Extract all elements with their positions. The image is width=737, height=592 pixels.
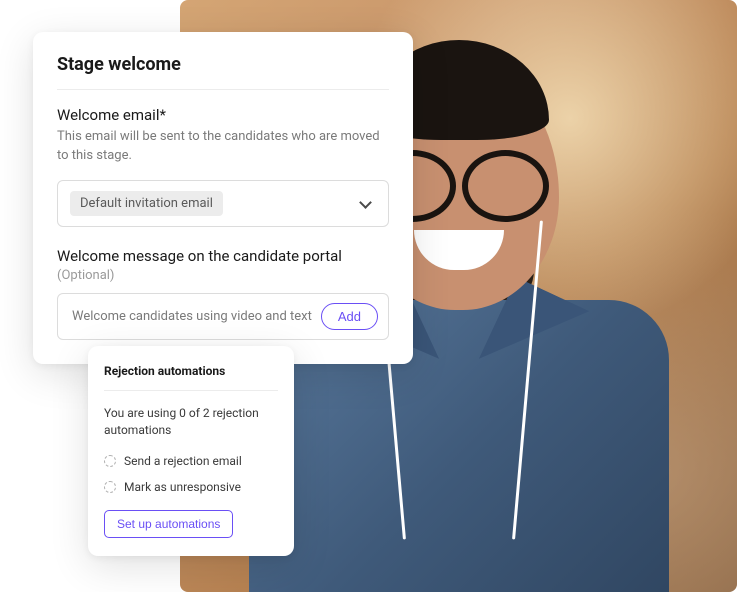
rejection-option-label: Send a rejection email — [124, 454, 242, 468]
stage-welcome-card: Stage welcome Welcome email* This email … — [33, 32, 413, 364]
welcome-message-input-row: Welcome candidates using video and text … — [57, 293, 389, 340]
optional-tag: (Optional) — [57, 268, 114, 283]
rejection-usage-status: You are using 0 of 2 rejection automatio… — [104, 405, 278, 440]
welcome-message-label-text: Welcome message on the candidate portal — [57, 247, 342, 265]
welcome-message-input[interactable]: Welcome candidates using video and text — [72, 309, 312, 324]
welcome-email-label: Welcome email* — [57, 106, 389, 124]
rejection-option-label: Mark as unresponsive — [124, 480, 241, 494]
radio-icon — [104, 455, 116, 467]
welcome-message-label: Welcome message on the candidate portal … — [57, 247, 389, 283]
setup-automations-button[interactable]: Set up automations — [104, 510, 233, 538]
welcome-email-help: This email will be sent to the candidate… — [57, 128, 389, 166]
radio-icon — [104, 481, 116, 493]
stage-welcome-title: Stage welcome — [57, 54, 389, 90]
chevron-down-icon — [358, 196, 372, 210]
email-template-selected: Default invitation email — [70, 191, 223, 216]
add-welcome-message-button[interactable]: Add — [321, 303, 378, 330]
rejection-automations-card: Rejection automations You are using 0 of… — [88, 346, 294, 556]
rejection-option-mark-unresponsive[interactable]: Mark as unresponsive — [104, 480, 278, 494]
rejection-option-send-email[interactable]: Send a rejection email — [104, 454, 278, 468]
rejection-automations-title: Rejection automations — [104, 364, 278, 391]
email-template-select[interactable]: Default invitation email — [57, 180, 389, 227]
